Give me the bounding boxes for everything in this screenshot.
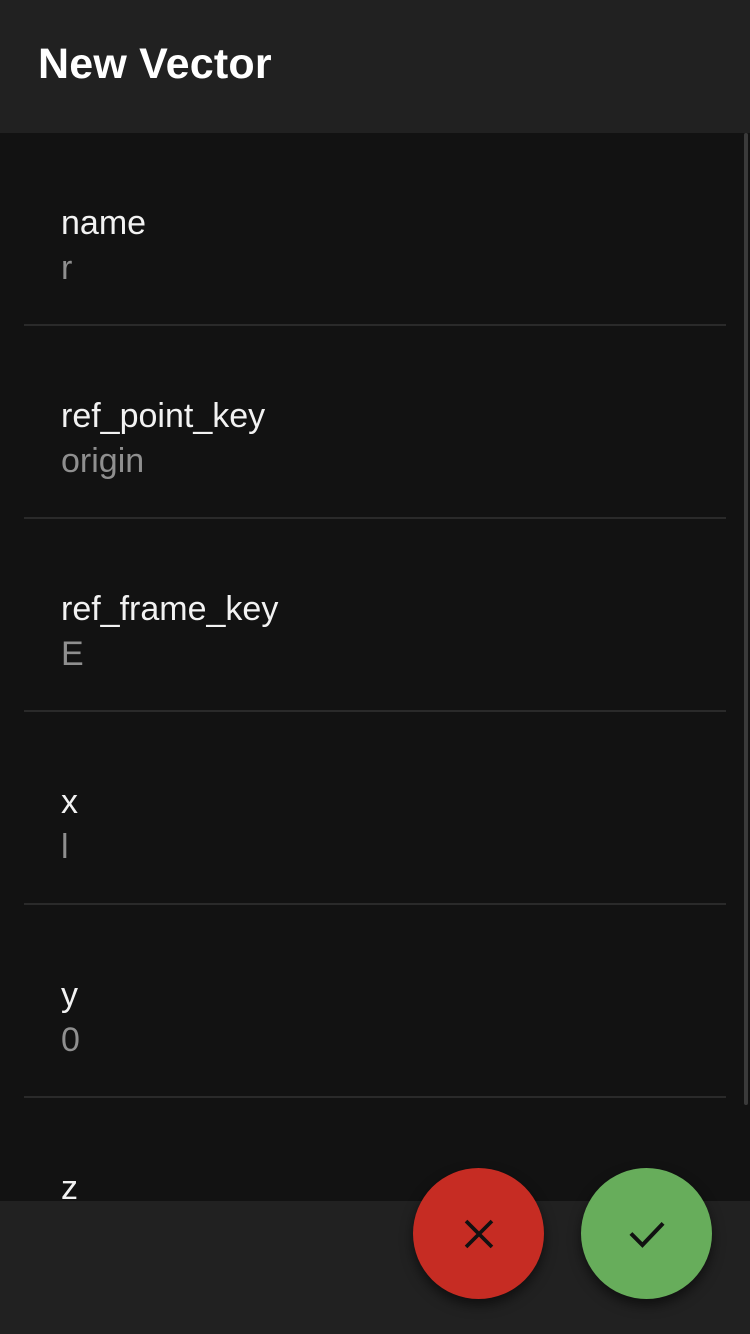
field-value: 0 bbox=[61, 1021, 80, 1059]
field-row-name[interactable]: name r bbox=[24, 133, 726, 326]
field-value: E bbox=[61, 635, 84, 673]
check-icon bbox=[628, 1221, 665, 1248]
field-row-ref-frame-key[interactable]: ref_frame_key E bbox=[24, 519, 726, 712]
scrollbar[interactable] bbox=[744, 133, 748, 1105]
field-value: origin bbox=[61, 442, 145, 480]
field-row-ref-point-key[interactable]: ref_point_key origin bbox=[24, 326, 726, 519]
app-bar: New Vector bbox=[0, 0, 750, 133]
field-label: y bbox=[61, 976, 78, 1014]
field-value: l bbox=[61, 828, 69, 866]
field-label: name bbox=[61, 204, 147, 242]
field-row-x[interactable]: x l bbox=[24, 712, 726, 905]
field-label: ref_frame_key bbox=[61, 590, 279, 628]
field-label: x bbox=[61, 783, 78, 821]
field-row-y[interactable]: y 0 bbox=[24, 905, 726, 1098]
field-value: r bbox=[61, 249, 73, 287]
close-icon bbox=[464, 1219, 493, 1248]
new-vector-screen: New Vector name r ref_point_key origin r… bbox=[0, 0, 750, 1334]
confirm-button[interactable] bbox=[581, 1168, 712, 1299]
cancel-button[interactable] bbox=[413, 1168, 544, 1299]
page-title: New Vector bbox=[38, 40, 272, 88]
field-label: z bbox=[61, 1169, 78, 1201]
field-label: ref_point_key bbox=[61, 397, 266, 435]
field-list[interactable]: name r ref_point_key origin ref_frame_ke… bbox=[0, 133, 750, 1201]
